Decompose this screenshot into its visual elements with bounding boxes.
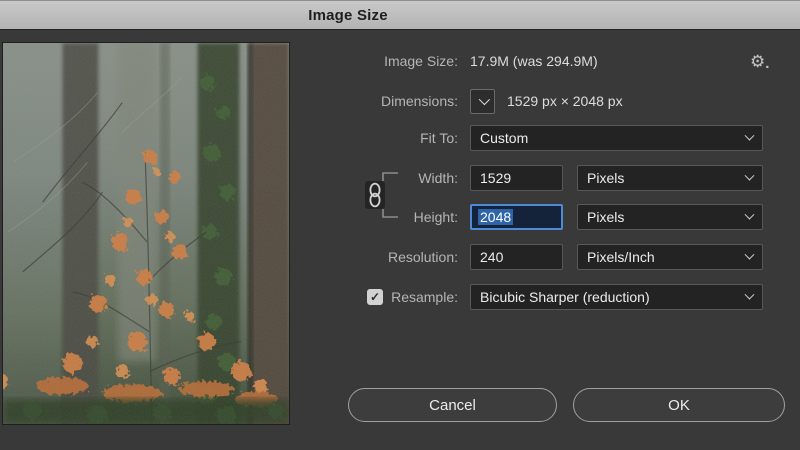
- image-size-row: Image Size: 17.9M (was 294.9M): [310, 48, 792, 74]
- fit-to-row: Fit To: Custom: [310, 125, 792, 151]
- fit-to-value: Custom: [480, 130, 528, 146]
- width-unit-value: Pixels: [587, 170, 624, 186]
- resample-label: Resample:: [391, 289, 458, 305]
- width-input[interactable]: [470, 165, 563, 191]
- resolution-row: Resolution: Pixels/Inch: [310, 244, 792, 270]
- image-size-value: 17.9M (was 294.9M): [470, 53, 598, 69]
- chevron-down-icon: [745, 249, 755, 259]
- width-unit-select[interactable]: Pixels: [577, 165, 763, 191]
- resolution-unit-select[interactable]: Pixels/Inch: [577, 244, 763, 270]
- gear-menu-dot-icon: .: [765, 54, 769, 74]
- fit-to-label: Fit To:: [310, 130, 470, 146]
- constrain-proportions-link-icon[interactable]: [360, 165, 405, 225]
- resample-method-select[interactable]: Bicubic Sharper (reduction): [470, 284, 763, 310]
- height-input[interactable]: 2048: [470, 204, 563, 230]
- resample-method-value: Bicubic Sharper (reduction): [480, 289, 650, 305]
- image-size-label: Image Size:: [310, 53, 470, 69]
- dimensions-unit-button[interactable]: [470, 89, 495, 114]
- dimensions-value: 1529 px × 2048 px: [507, 93, 623, 109]
- resolution-input[interactable]: [470, 244, 563, 270]
- resample-row: ✓ Resample: Bicubic Sharper (reduction): [310, 284, 792, 310]
- chevron-down-icon: [745, 209, 755, 219]
- height-unit-value: Pixels: [587, 209, 624, 225]
- image-preview: [2, 42, 290, 425]
- dimensions-label: Dimensions:: [310, 93, 470, 109]
- resolution-unit-value: Pixels/Inch: [587, 249, 655, 265]
- dialog-title-bar[interactable]: Image Size: [0, 0, 800, 30]
- chevron-down-icon: [478, 94, 489, 105]
- chevron-down-icon: [745, 130, 755, 140]
- ok-button[interactable]: OK: [573, 388, 785, 422]
- dimensions-row: Dimensions: 1529 px × 2048 px: [310, 88, 792, 114]
- fit-to-select[interactable]: Custom: [470, 125, 763, 151]
- chevron-down-icon: [745, 170, 755, 180]
- resolution-label: Resolution:: [310, 249, 470, 265]
- cancel-button[interactable]: Cancel: [348, 388, 557, 422]
- height-unit-select[interactable]: Pixels: [577, 204, 763, 230]
- gear-icon[interactable]: ⚙.: [750, 48, 769, 74]
- checkmark-icon: ✓: [370, 290, 380, 304]
- forest-photo: [3, 43, 289, 424]
- height-value-selected: 2048: [478, 209, 513, 225]
- chevron-down-icon: [745, 289, 755, 299]
- dialog-title: Image Size: [308, 1, 388, 30]
- resample-checkbox[interactable]: ✓: [367, 289, 383, 305]
